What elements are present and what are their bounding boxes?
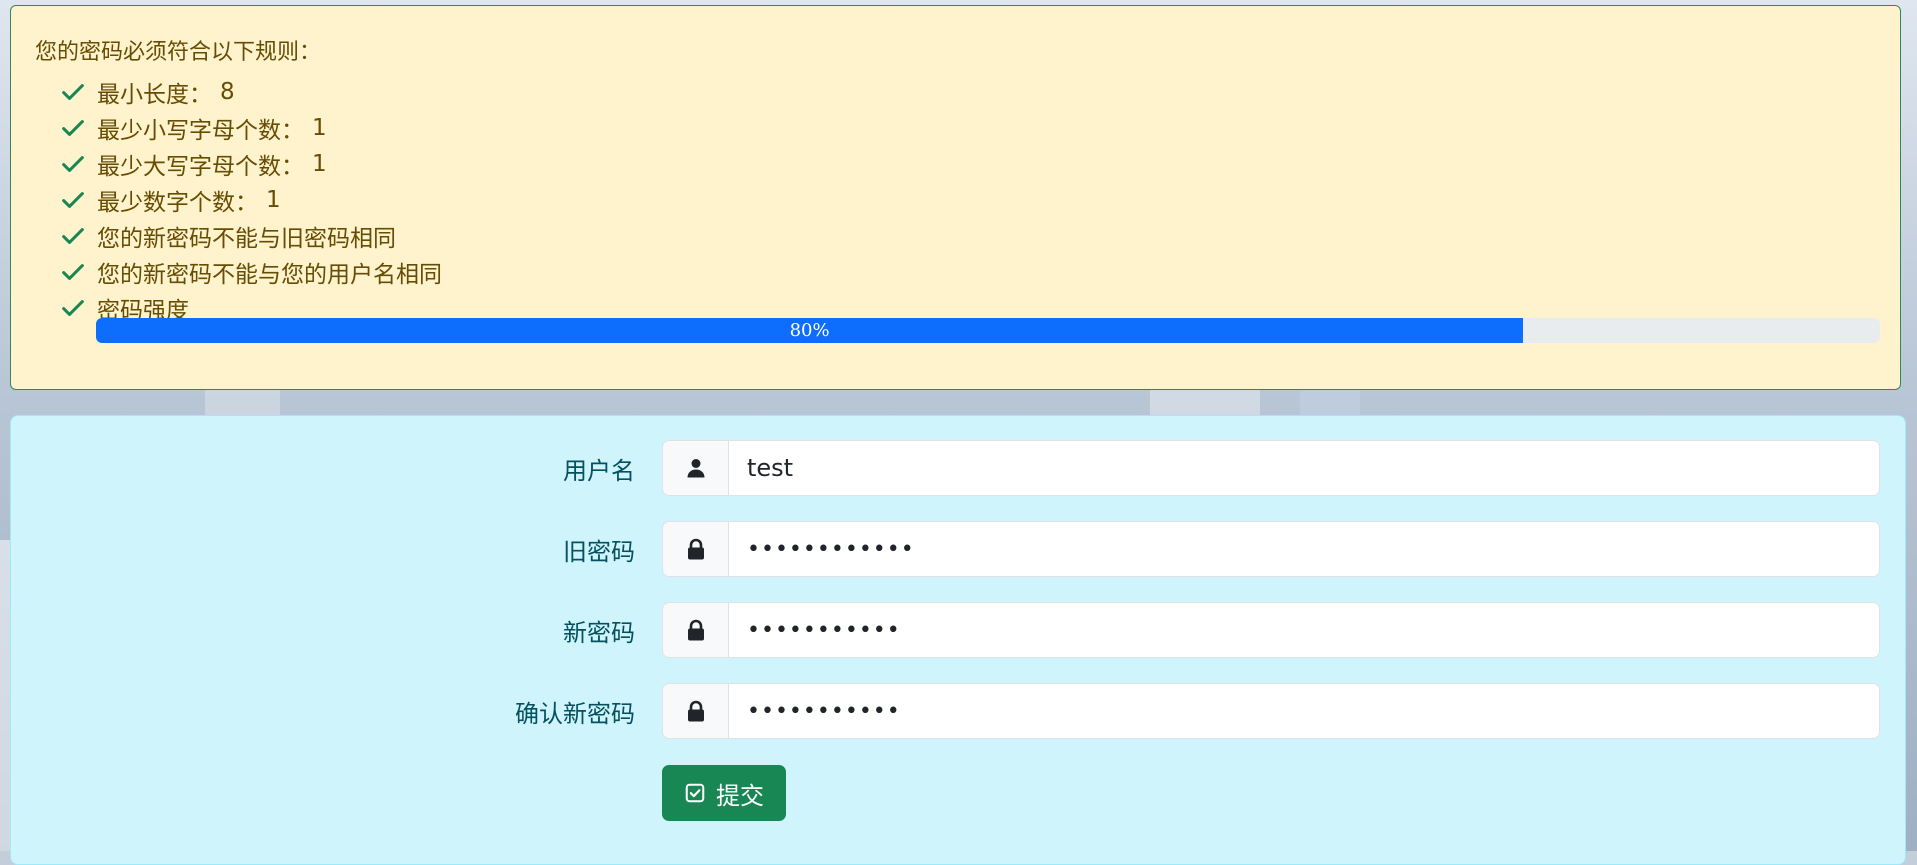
rule-not-old-password: 您的新密码不能与旧密码相同 — [59, 218, 442, 254]
rule-label: 您的新密码不能与旧密码相同 — [97, 226, 396, 252]
rule-value: 8 — [220, 79, 235, 105]
rule-value: 1 — [312, 151, 327, 177]
new-password-row: 新密码 — [11, 602, 1905, 658]
check-icon — [59, 222, 87, 250]
new-password-input[interactable] — [728, 602, 1880, 658]
submit-label: 提交 — [716, 781, 764, 810]
rule-min-length: 最小长度： 8 — [59, 74, 442, 110]
lock-icon — [662, 521, 728, 577]
rule-value: 1 — [266, 187, 281, 213]
confirm-password-input-group — [662, 683, 1880, 739]
check-icon — [59, 258, 87, 286]
old-password-input-group — [662, 521, 1880, 577]
old-password-label: 旧密码 — [563, 537, 635, 566]
new-password-label: 新密码 — [563, 618, 635, 647]
rule-label: 最少小写字母个数： — [97, 118, 304, 144]
rule-not-username: 您的新密码不能与您的用户名相同 — [59, 254, 442, 290]
confirm-password-label: 确认新密码 — [515, 699, 635, 728]
rule-label: 最小长度： — [97, 82, 212, 108]
rule-min-lowercase: 最少小写字母个数： 1 — [59, 110, 442, 146]
confirm-password-input[interactable] — [728, 683, 1880, 739]
lock-icon — [662, 683, 728, 739]
old-password-input[interactable] — [728, 521, 1880, 577]
username-input-group — [662, 440, 1880, 496]
check-icon — [59, 114, 87, 142]
rule-min-digits: 最少数字个数： 1 — [59, 182, 442, 218]
rule-list: 最小长度： 8 最少小写字母个数： 1 最少大写字母个数： 1 最少数字个数： … — [59, 74, 442, 326]
strength-progress: 80% — [96, 318, 1880, 343]
rule-label: 您的新密码不能与您的用户名相同 — [97, 262, 442, 288]
rule-value: 1 — [312, 115, 327, 141]
rule-label: 最少数字个数： — [97, 190, 258, 216]
check-icon — [59, 186, 87, 214]
check-square-icon — [684, 782, 706, 804]
check-icon — [59, 150, 87, 178]
username-input[interactable] — [728, 440, 1880, 496]
rule-label: 最少大写字母个数： — [97, 154, 304, 180]
confirm-password-row: 确认新密码 — [11, 683, 1905, 739]
strength-progress-bar: 80% — [96, 318, 1524, 343]
user-icon — [662, 440, 728, 496]
old-password-row: 旧密码 — [11, 521, 1905, 577]
check-icon — [59, 294, 87, 322]
submit-button[interactable]: 提交 — [662, 765, 786, 821]
check-icon — [59, 78, 87, 106]
rule-min-uppercase: 最少大写字母个数： 1 — [59, 146, 442, 182]
rules-title: 您的密码必须符合以下规则： — [35, 40, 322, 65]
password-rules-panel: 您的密码必须符合以下规则： 最小长度： 8 最少小写字母个数： 1 最少大写字母… — [10, 5, 1901, 390]
lock-icon — [662, 602, 728, 658]
new-password-input-group — [662, 602, 1880, 658]
username-label: 用户名 — [563, 456, 635, 485]
change-password-form: 用户名 旧密码 新密码 确认新密码 — [10, 415, 1906, 865]
username-row: 用户名 — [11, 440, 1905, 496]
